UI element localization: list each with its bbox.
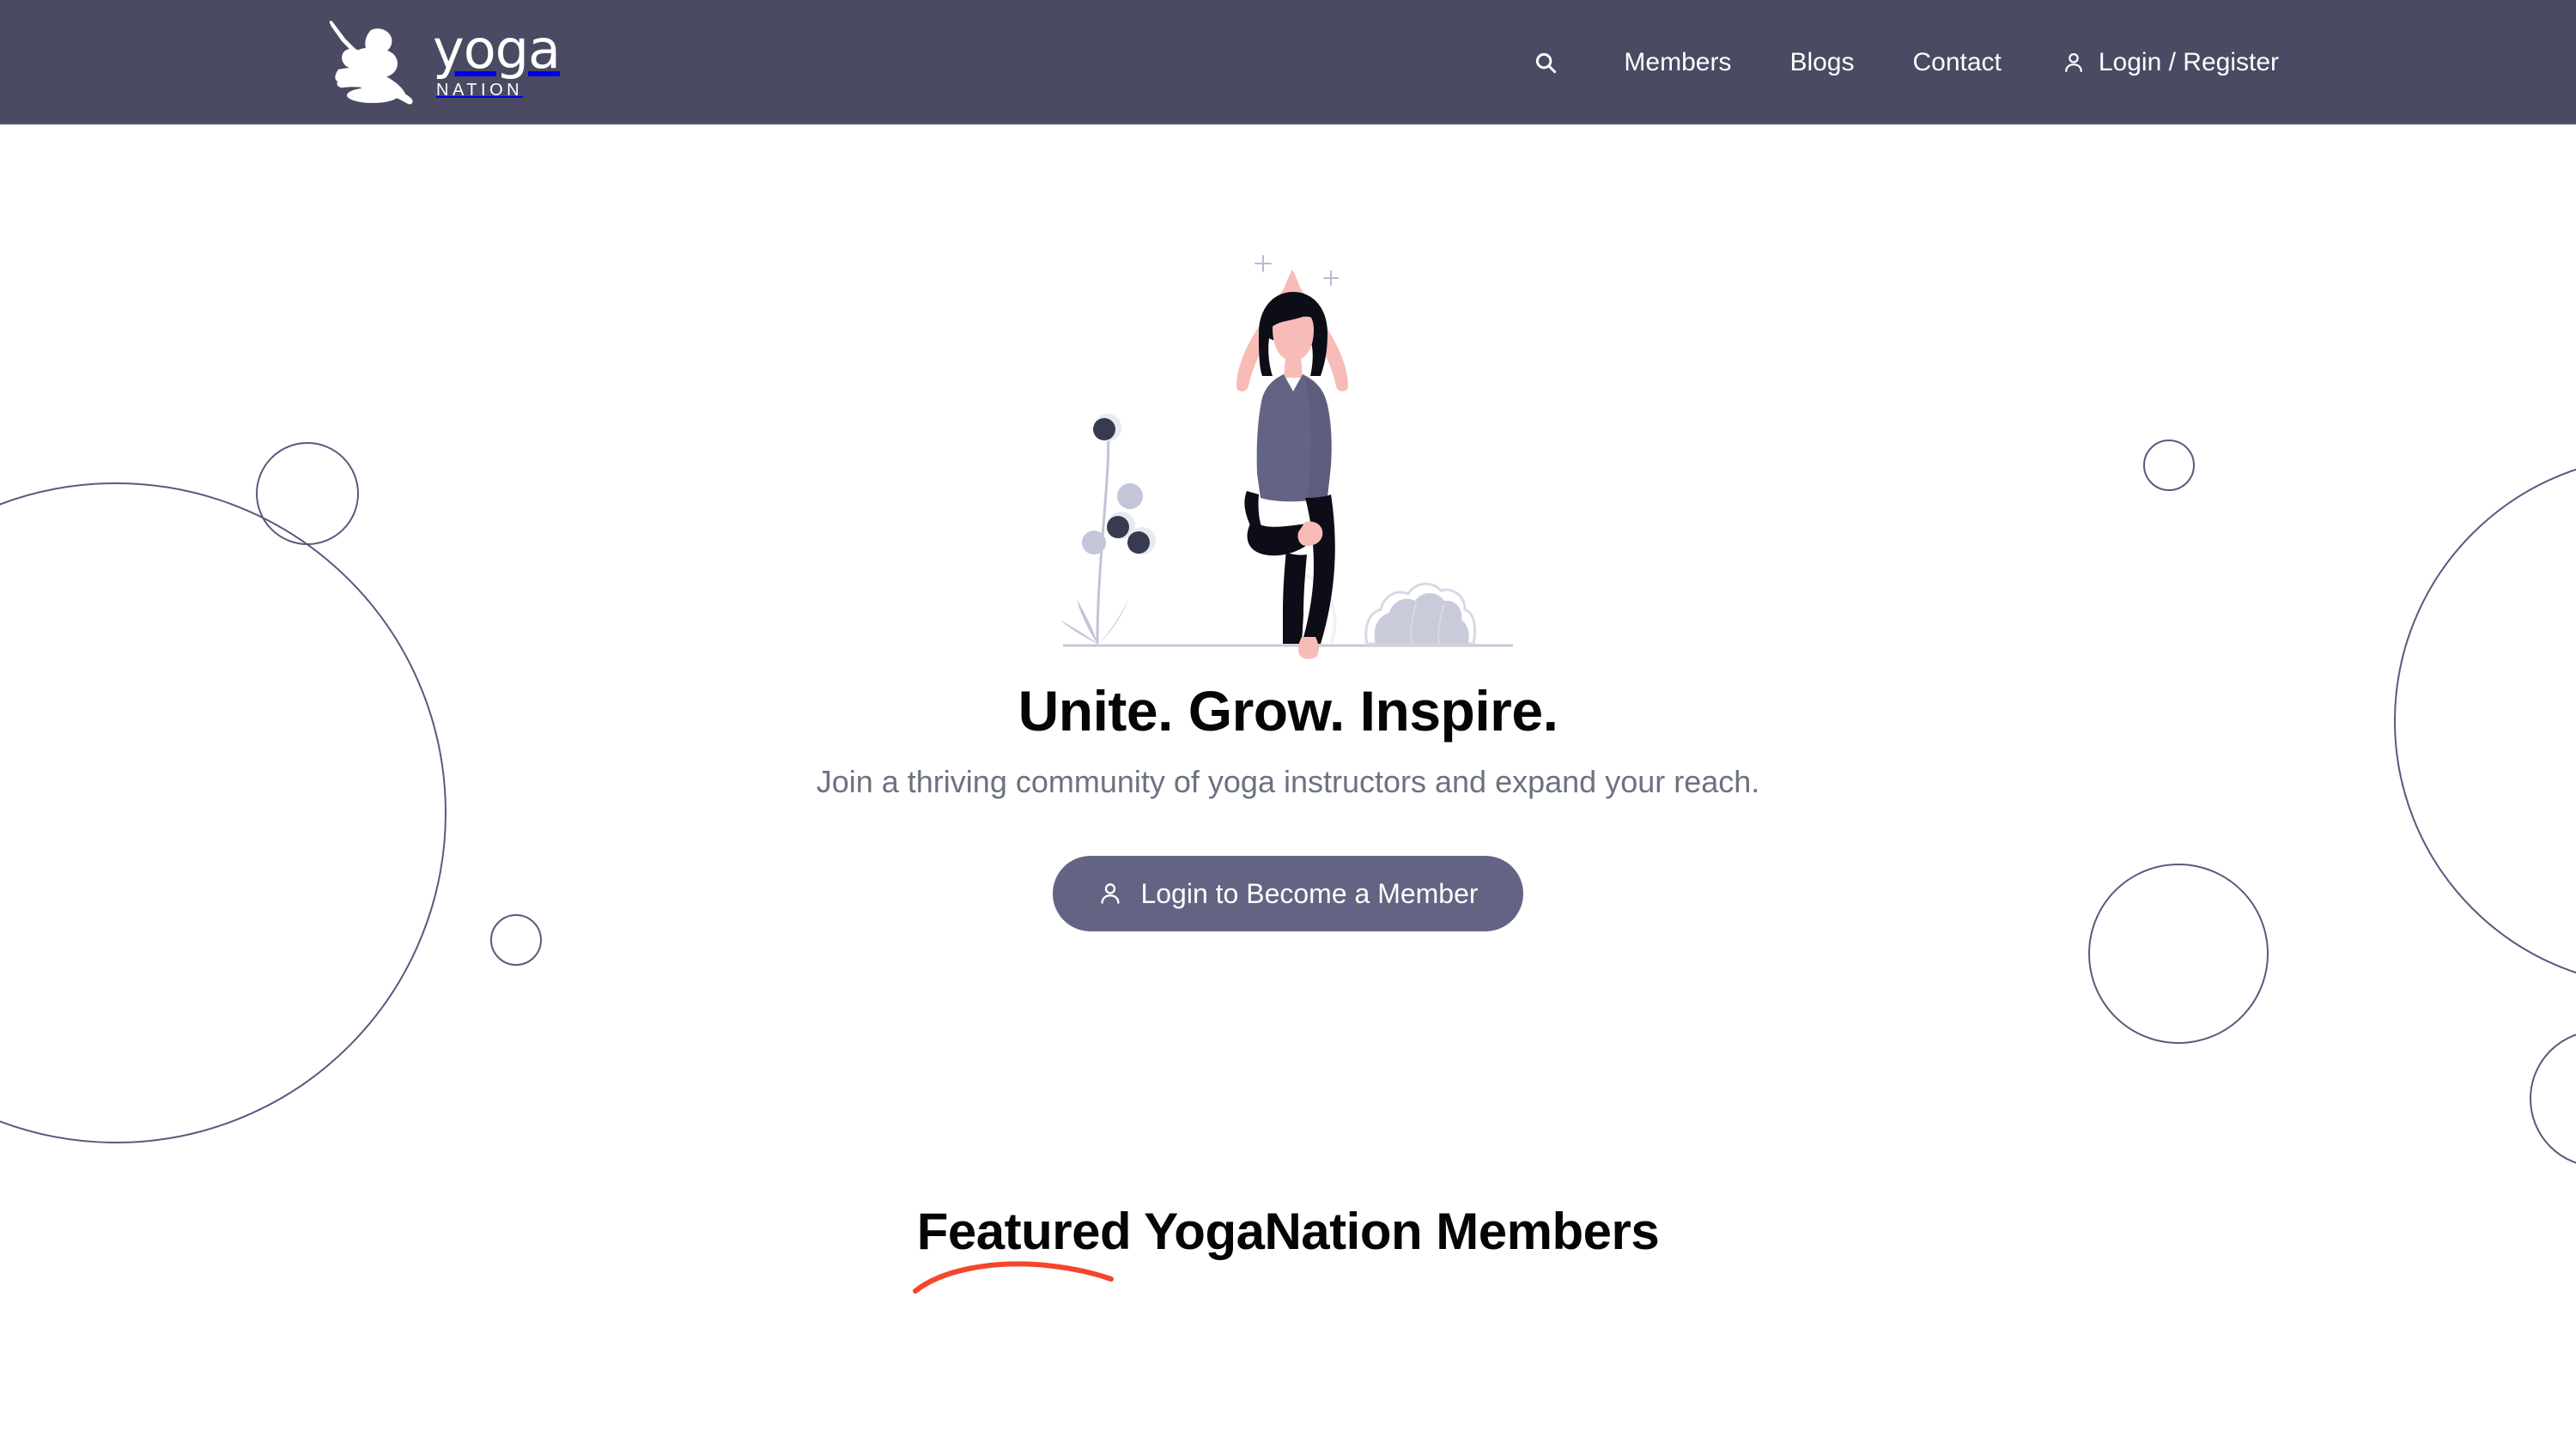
yoga-tree-pose-illustration — [1060, 255, 1513, 659]
nav-item-members[interactable]: Members — [1595, 48, 1760, 77]
brand-wordmark: yoga NATION — [433, 18, 561, 100]
nav-item-contact[interactable]: Contact — [1883, 48, 2030, 77]
search-icon[interactable] — [1533, 50, 1583, 76]
hero-title: Unite. Grow. Inspire. — [1018, 679, 1558, 743]
nav-login-register-label: Login / Register — [2098, 47, 2279, 76]
user-icon — [2065, 52, 2082, 72]
hero-cta-label: Login to Become a Member — [1140, 877, 1479, 909]
featured-members-section: Featured YogaNation Members — [0, 1202, 2576, 1294]
site-header: yoga NATION Members Blogs Contact Login … — [0, 0, 2576, 124]
yoga-figure-logo-icon — [329, 21, 413, 105]
hero-subtitle: Join a thriving community of yoga instru… — [816, 764, 1760, 799]
decorative-circle — [2530, 1030, 2576, 1167]
featured-heading-wrap: Featured YogaNation Members — [912, 1202, 1660, 1294]
nav-item-blogs[interactable]: Blogs — [1760, 48, 1883, 77]
hero-section: Unite. Grow. Inspire. Join a thriving co… — [0, 124, 2576, 931]
main-nav: Members Blogs Contact Login / Register — [1533, 0, 2308, 124]
page-root: yoga NATION Members Blogs Contact Login … — [0, 0, 2576, 1449]
brand-tagline: NATION — [436, 80, 524, 100]
nav-item-login-register[interactable]: Login / Register — [2031, 48, 2308, 77]
featured-heading: Featured YogaNation Members — [916, 1203, 1660, 1260]
login-to-become-a-member-button[interactable]: Login to Become a Member — [1053, 856, 1523, 931]
heading-underline-swoosh — [912, 1261, 1114, 1294]
user-icon — [1101, 883, 1121, 904]
brand-logo[interactable]: yoga NATION — [319, 15, 561, 110]
brand-name: yoga — [433, 18, 561, 82]
